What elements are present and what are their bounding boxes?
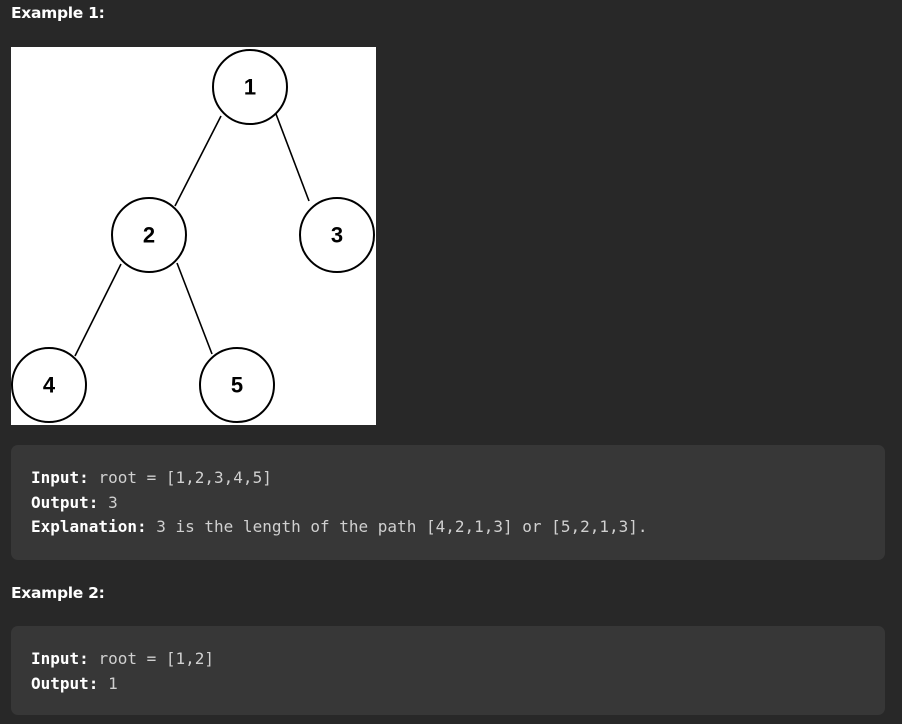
example-1-code-block: Input: root = [1,2,3,4,5] Output: 3 Expl… bbox=[11, 445, 885, 560]
output-value: 1 bbox=[108, 673, 118, 693]
input-value: root = [1,2] bbox=[98, 649, 215, 668]
output-value: 3 bbox=[108, 492, 118, 512]
binary-tree-diagram: 1 2 3 4 5 bbox=[11, 49, 375, 423]
example-2-code-block: Input: root = [1,2] Output: 1 bbox=[11, 626, 885, 715]
tree-node-5: 5 bbox=[199, 347, 275, 423]
tree-node-2: 2 bbox=[111, 197, 187, 273]
tree-node-4: 4 bbox=[11, 347, 87, 423]
edge-2-4 bbox=[74, 263, 122, 357]
example-1-heading: Example 1: bbox=[11, 4, 105, 22]
explanation-label: Explanation: bbox=[31, 517, 147, 536]
example-2-heading: Example 2: bbox=[11, 584, 105, 602]
tree-node-1: 1 bbox=[212, 49, 288, 125]
input-value: root = [1,2,3,4,5] bbox=[98, 468, 272, 487]
output-label: Output: bbox=[31, 673, 99, 693]
input-label: Input: bbox=[31, 649, 89, 668]
tree-node-label: 3 bbox=[331, 223, 343, 248]
output-label: Output: bbox=[31, 492, 99, 512]
tree-node-label: 4 bbox=[43, 373, 56, 398]
explanation-value: 3 is the length of the path [4,2,1,3] or… bbox=[156, 517, 648, 536]
output-line: Output: 1 bbox=[31, 672, 885, 697]
tree-node-label: 2 bbox=[143, 223, 155, 248]
tree-node-3: 3 bbox=[299, 197, 375, 273]
input-label: Input: bbox=[31, 468, 89, 487]
input-line: Input: root = [1,2] bbox=[31, 647, 885, 672]
edge-2-5 bbox=[176, 262, 213, 355]
binary-tree-figure: 1 2 3 4 5 bbox=[11, 47, 376, 425]
edge-1-2 bbox=[174, 115, 222, 207]
tree-node-label: 5 bbox=[231, 373, 243, 398]
edge-1-3 bbox=[275, 113, 310, 202]
input-line: Input: root = [1,2,3,4,5] bbox=[31, 466, 885, 491]
output-line: Output: 3 bbox=[31, 491, 885, 516]
explanation-line: Explanation: 3 is the length of the path… bbox=[31, 515, 885, 540]
tree-node-label: 1 bbox=[244, 75, 256, 100]
